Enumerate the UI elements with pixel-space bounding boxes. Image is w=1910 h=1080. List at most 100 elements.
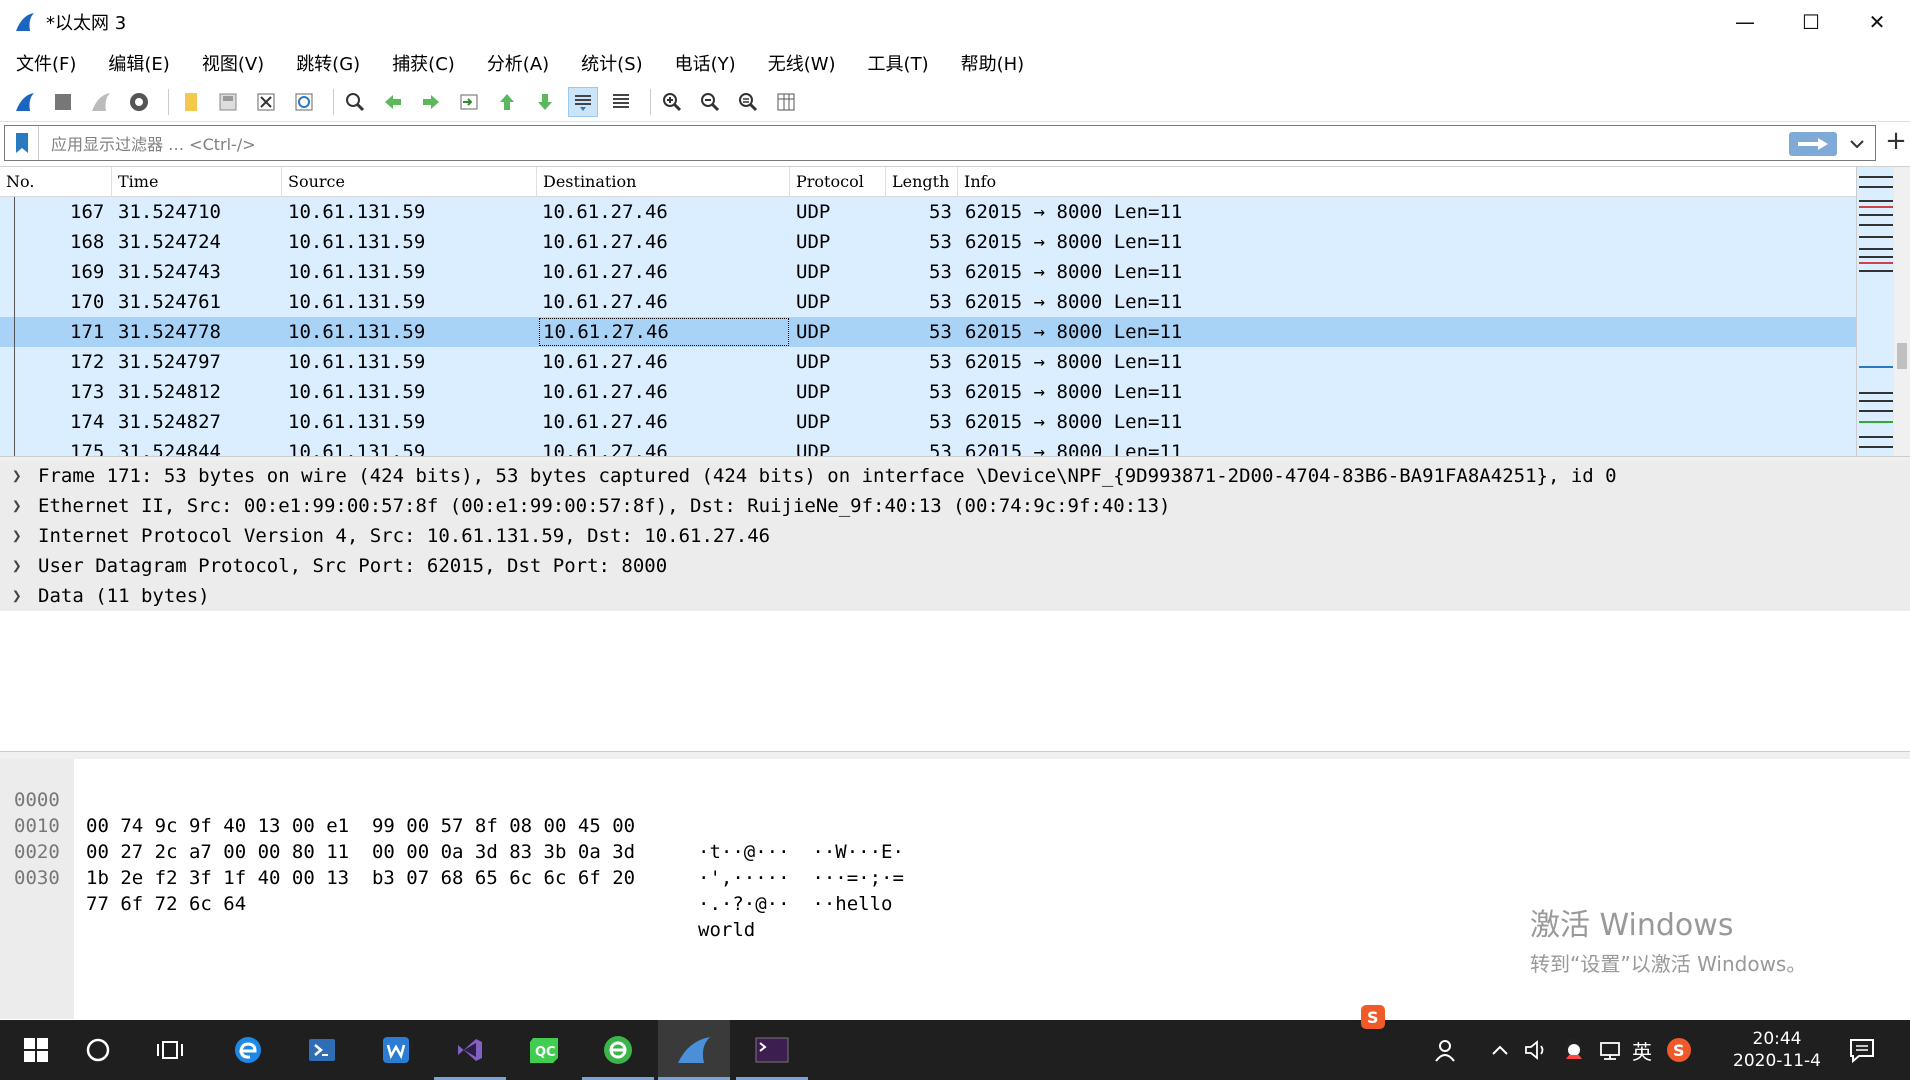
resize-columns-icon[interactable] <box>771 87 801 117</box>
hex-line[interactable]: 0010 00 27 2c a7 00 00 80 11 00 00 0a 3d… <box>0 787 904 889</box>
packet-minimap[interactable] <box>1856 167 1895 457</box>
apply-filter-button[interactable] <box>1789 132 1837 156</box>
sogou-notification-icon[interactable]: S <box>1358 1002 1388 1032</box>
stop-capture-icon[interactable] <box>48 87 78 117</box>
green-browser-icon <box>604 1036 632 1064</box>
close-button[interactable]: ✕ <box>1844 0 1910 44</box>
zoom-in-icon[interactable] <box>657 87 687 117</box>
column-source[interactable]: Source <box>282 167 537 197</box>
packet-row[interactable]: 173 31.524812 10.61.131.59 10.61.27.46 U… <box>0 377 1856 407</box>
packet-row[interactable]: 168 31.524724 10.61.131.59 10.61.27.46 U… <box>0 227 1856 257</box>
taskbar-edge[interactable] <box>212 1020 284 1080</box>
display-filter-input[interactable]: 应用显示过滤器 … <Ctrl-/> <box>51 131 256 155</box>
cell-time: 31.524844 <box>118 441 221 457</box>
detail-row-data[interactable]: ❯ Data (11 bytes) <box>0 581 1910 611</box>
menu-file[interactable]: 文件(F) <box>16 50 76 76</box>
capture-options-icon[interactable] <box>124 87 154 117</box>
people-icon[interactable] <box>1432 1020 1462 1080</box>
minimize-button[interactable]: — <box>1712 0 1778 44</box>
expand-arrow-icon[interactable]: ❯ <box>12 491 22 521</box>
normal-size-icon[interactable] <box>733 87 763 117</box>
task-view-button[interactable] <box>134 1020 206 1080</box>
close-file-icon[interactable] <box>251 87 281 117</box>
detail-row-ipv4[interactable]: ❯ Internet Protocol Version 4, Src: 10.6… <box>0 521 1910 551</box>
filter-bookmark-icon[interactable] <box>5 126 39 160</box>
hex-line[interactable]: 0030 77 6f 72 6c 64 world <box>0 839 755 941</box>
tray-expand-icon[interactable] <box>1488 1020 1512 1080</box>
packet-list-scrollbar[interactable] <box>1894 167 1910 457</box>
find-packet-icon[interactable] <box>340 87 370 117</box>
expand-arrow-icon[interactable]: ❯ <box>12 461 22 491</box>
add-filter-button[interactable]: + <box>1884 128 1908 154</box>
menu-wireless[interactable]: 无线(W) <box>768 50 836 76</box>
packet-row-selected[interactable]: 171 31.524778 10.61.131.59 10.61.27.46 U… <box>0 317 1856 347</box>
column-protocol[interactable]: Protocol <box>790 167 886 197</box>
menu-help[interactable]: 帮助(H) <box>961 50 1025 76</box>
packet-row[interactable]: 175 31.524844 10.61.131.59 10.61.27.46 U… <box>0 437 1856 457</box>
column-no[interactable]: No. <box>0 167 112 197</box>
auto-scroll-icon[interactable] <box>568 86 598 117</box>
hex-line[interactable]: 0000 00 74 9c 9f 40 13 00 e1 99 00 57 8f… <box>0 761 904 863</box>
taskbar-visual-studio[interactable] <box>434 1020 506 1080</box>
taskbar-qt-creator[interactable]: QC <box>508 1020 580 1080</box>
windows-logo-icon <box>24 1038 48 1062</box>
network-icon[interactable] <box>1596 1020 1624 1080</box>
detail-row-udp[interactable]: ❯ User Datagram Protocol, Src Port: 6201… <box>0 551 1910 581</box>
filter-history-dropdown[interactable] <box>1845 132 1869 156</box>
column-time[interactable]: Time <box>112 167 282 197</box>
taskbar-word[interactable] <box>360 1020 432 1080</box>
sogou-ime-icon[interactable]: S <box>1664 1020 1694 1080</box>
taskbar-browser[interactable] <box>582 1020 654 1080</box>
menu-go[interactable]: 跳转(G) <box>296 50 360 76</box>
packet-row[interactable]: 167 31.524710 10.61.131.59 10.61.27.46 U… <box>0 197 1856 227</box>
cell-destination-focused[interactable]: 10.61.27.46 <box>539 318 789 346</box>
expand-arrow-icon[interactable]: ❯ <box>12 521 22 551</box>
go-back-icon[interactable] <box>378 87 408 117</box>
column-info[interactable]: Info <box>958 167 1856 197</box>
minimap-stripes-icon <box>1857 167 1895 457</box>
zoom-out-icon[interactable] <box>695 87 725 117</box>
last-packet-icon[interactable] <box>530 87 560 117</box>
first-packet-icon[interactable] <box>492 87 522 117</box>
save-file-icon[interactable] <box>213 87 243 117</box>
action-center-icon[interactable] <box>1840 1020 1884 1080</box>
menu-capture[interactable]: 捕获(C) <box>392 50 455 76</box>
menu-analyze[interactable]: 分析(A) <box>487 50 549 76</box>
colorize-icon[interactable] <box>606 87 636 117</box>
menu-telephony[interactable]: 电话(Y) <box>675 50 736 76</box>
menu-view[interactable]: 视图(V) <box>202 50 264 76</box>
start-capture-icon[interactable] <box>10 87 40 117</box>
ime-language-indicator[interactable]: 英 <box>1628 1020 1656 1080</box>
cell-length: 53 <box>929 411 952 433</box>
detail-row-ethernet[interactable]: ❯ Ethernet II, Src: 00:e1:99:00:57:8f (0… <box>0 491 1910 521</box>
hex-line[interactable]: 0020 1b 2e f2 3f 1f 40 00 13 b3 07 68 65… <box>0 813 892 915</box>
open-file-icon[interactable] <box>175 87 205 117</box>
packet-row[interactable]: 169 31.524743 10.61.131.59 10.61.27.46 U… <box>0 257 1856 287</box>
cell-source: 10.61.131.59 <box>288 351 426 373</box>
system-clock[interactable]: 20:44 2020-11-4 <box>1722 1028 1832 1072</box>
menu-tools[interactable]: 工具(T) <box>868 50 929 76</box>
go-forward-icon[interactable] <box>416 87 446 117</box>
restart-capture-icon[interactable] <box>86 87 116 117</box>
expand-arrow-icon[interactable]: ❯ <box>12 551 22 581</box>
pane-splitter[interactable] <box>0 751 1910 759</box>
taskbar-powershell[interactable] <box>286 1020 358 1080</box>
packet-row[interactable]: 174 31.524827 10.61.131.59 10.61.27.46 U… <box>0 407 1856 437</box>
detail-row-frame[interactable]: ❯ Frame 171: 53 bytes on wire (424 bits)… <box>0 461 1910 491</box>
go-to-packet-icon[interactable] <box>454 87 484 117</box>
column-destination[interactable]: Destination <box>537 167 790 197</box>
packet-row[interactable]: 172 31.524797 10.61.131.59 10.61.27.46 U… <box>0 347 1856 377</box>
column-length[interactable]: Length <box>886 167 958 197</box>
maximize-button[interactable]: ☐ <box>1778 0 1844 44</box>
menu-edit[interactable]: 编辑(E) <box>108 50 169 76</box>
volume-icon[interactable] <box>1522 1020 1550 1080</box>
cortana-search-button[interactable] <box>62 1020 134 1080</box>
taskbar-wireshark[interactable] <box>658 1020 730 1080</box>
qq-icon[interactable] <box>1560 1020 1588 1080</box>
taskbar-terminal[interactable] <box>736 1020 808 1080</box>
menu-statistics[interactable]: 统计(S) <box>581 50 642 76</box>
scrollbar-thumb[interactable] <box>1897 343 1907 369</box>
packet-row[interactable]: 170 31.524761 10.61.131.59 10.61.27.46 U… <box>0 287 1856 317</box>
reload-file-icon[interactable] <box>289 87 319 117</box>
expand-arrow-icon[interactable]: ❯ <box>12 581 22 611</box>
